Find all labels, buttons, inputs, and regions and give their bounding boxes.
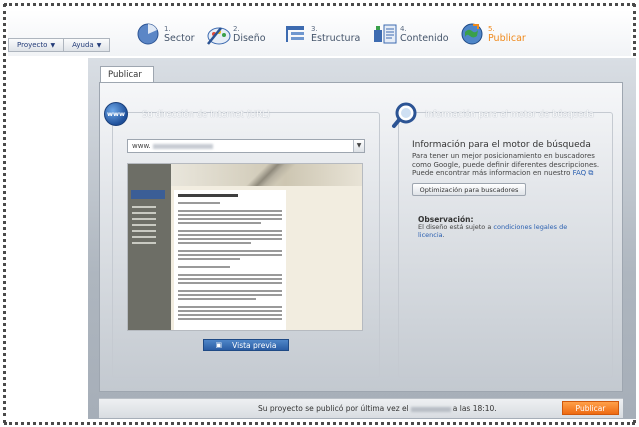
url-prefix: www. (132, 142, 151, 150)
url-box-title: Su dirección de Internet (URL) (142, 110, 271, 120)
menu-ayuda[interactable]: Ayuda ▼ (64, 39, 109, 51)
blurred-date (410, 406, 451, 412)
publish-icon (460, 22, 484, 46)
preview-window-icon: ▣ (215, 341, 223, 349)
search-icon (391, 101, 419, 129)
step-estructura[interactable]: 3. Estructura (283, 20, 360, 48)
left-column (8, 58, 88, 419)
step-publicar[interactable]: 5. Publicar (460, 20, 526, 48)
step-label: Diseño (233, 33, 266, 44)
preview-feather-image (246, 164, 296, 186)
menu-bar: Proyecto ▼ Ayuda ▼ (8, 38, 111, 52)
seo-text: Para tener un mejor posicionamiento en b… (412, 152, 600, 177)
step-label: Publicar (488, 33, 526, 44)
preview-button-label: Vista previa (232, 340, 277, 350)
seo-heading: Información para el motor de búsqueda (412, 140, 591, 150)
publish-button[interactable]: Publicar (562, 401, 619, 415)
external-link-icon: ⧉ (588, 169, 594, 177)
page-frame-top (4, 3, 635, 6)
menu-proyecto-label: Proyecto (17, 41, 48, 49)
observation-text-start: El diseño está sujeto a (418, 223, 494, 231)
preview-sidebar (128, 164, 171, 330)
structure-icon (283, 22, 307, 46)
observation-text-end: . (442, 231, 445, 239)
www-globe-icon: www (104, 102, 128, 126)
preview-body (174, 190, 286, 330)
chevron-down-icon: ▼ (96, 41, 102, 49)
chevron-down-icon[interactable]: ▼ (353, 140, 364, 152)
step-sector[interactable]: 1. Sector (136, 20, 195, 48)
content-icon (372, 22, 397, 46)
observation-text: El diseño está sujeto a condiciones lega… (418, 223, 578, 239)
preview-logo (131, 190, 165, 199)
chevron-down-icon: ▼ (50, 41, 56, 49)
step-contenido[interactable]: 4. Contenido (372, 20, 449, 48)
url-select[interactable]: www. ▼ (127, 139, 365, 153)
status-after: a las 18:10. (452, 404, 497, 413)
step-label: Sector (164, 33, 195, 44)
last-published-status: Su proyecto se publicó por última vez el… (258, 404, 497, 413)
sector-icon (136, 22, 160, 46)
menu-proyecto[interactable]: Proyecto ▼ (9, 39, 65, 51)
menu-ayuda-label: Ayuda (72, 41, 94, 49)
seo-description: Para tener un mejor posicionamiento en b… (412, 152, 612, 178)
step-label: Estructura (311, 33, 361, 44)
preview-nav (128, 202, 156, 244)
status-before: Su proyecto se publicó por última vez el (258, 404, 409, 413)
tab-publicar[interactable]: Publicar (100, 66, 154, 83)
blurred-domain (152, 143, 213, 149)
design-brush-icon (205, 22, 231, 46)
faq-link[interactable]: FAQ (573, 169, 587, 177)
preview-button[interactable]: ▣ Vista previa (203, 339, 289, 351)
seo-box-title: Información para el motor de búsqueda (425, 110, 594, 120)
step-label: Contenido (400, 33, 449, 44)
page-frame-left (3, 4, 6, 423)
seo-optimization-button[interactable]: Optimización para buscadores (412, 183, 526, 196)
step-diseno[interactable]: 2. Diseño (205, 20, 266, 48)
page-frame-bottom (4, 422, 635, 425)
site-preview-thumbnail (127, 163, 363, 331)
